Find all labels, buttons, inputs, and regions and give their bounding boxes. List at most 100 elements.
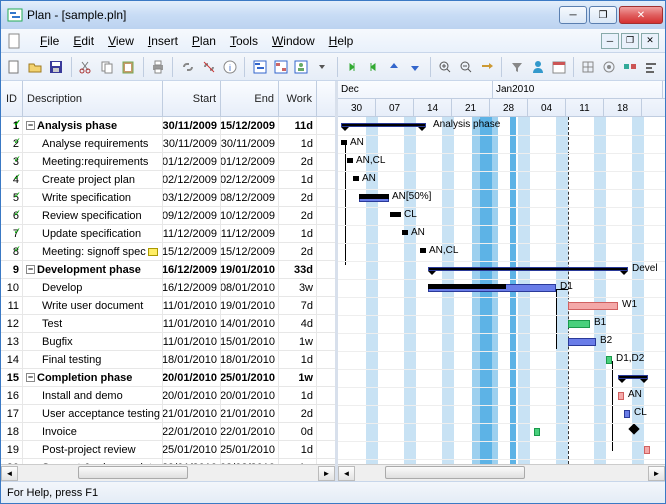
bar-comp-summary[interactable] [618, 375, 648, 379]
zoomout-button[interactable] [456, 56, 475, 78]
task-row[interactable]: 2✓Analyse requirements30/11/200930/11/20… [1, 135, 335, 153]
task-row[interactable]: 1✓−Analysis phase30/11/200915/12/200911d [1, 117, 335, 135]
indent-button[interactable] [364, 56, 383, 78]
bar-row2[interactable] [341, 140, 347, 145]
task-row[interactable]: 12Test11/01/201014/01/20104d [1, 315, 335, 333]
tool1-button[interactable] [579, 56, 598, 78]
gantt-scroll-left[interactable]: ◄ [338, 466, 355, 481]
maximize-button[interactable]: ❐ [589, 6, 617, 24]
menu-insert[interactable]: Insert [141, 32, 185, 50]
bar-analysis-summary[interactable] [341, 123, 426, 127]
bar-dev-summary[interactable] [428, 267, 628, 271]
bar-row7[interactable] [402, 230, 408, 235]
open-button[interactable] [26, 56, 45, 78]
bar-row13[interactable] [568, 338, 596, 346]
level-button[interactable] [642, 56, 661, 78]
task-row[interactable]: 10Develop16/12/200908/01/20103w [1, 279, 335, 297]
mdi-close-button[interactable]: ✕ [641, 33, 659, 49]
scroll-right-button[interactable]: ► [318, 466, 335, 481]
save-button[interactable] [47, 56, 66, 78]
menu-window[interactable]: Window [265, 32, 322, 50]
gantt-scroll-thumb[interactable] [385, 466, 525, 479]
note-icon [148, 248, 158, 256]
menu-view[interactable]: View [101, 32, 141, 50]
filter-button[interactable] [507, 56, 526, 78]
col-end[interactable]: End [221, 81, 279, 116]
mdi-restore-button[interactable]: ❐ [621, 33, 639, 49]
doc-icon [7, 33, 23, 49]
resource-view-button[interactable] [292, 56, 311, 78]
gantt-hscroll[interactable]: ◄ ► [338, 464, 665, 481]
mdi-minimize-button[interactable]: ─ [601, 33, 619, 49]
task-row[interactable]: 9−Development phase16/12/200919/01/20103… [1, 261, 335, 279]
close-button[interactable]: ✕ [619, 6, 663, 24]
moveup-button[interactable] [385, 56, 404, 78]
resource-button[interactable] [528, 56, 547, 78]
bar-row19[interactable] [644, 446, 650, 454]
gantt-view-button[interactable] [250, 56, 269, 78]
app-window: Plan - [sample.pln] ─ ❐ ✕ FileEditViewIn… [0, 0, 666, 504]
task-row[interactable]: 17User acceptance testing21/01/201021/01… [1, 405, 335, 423]
tool2-button[interactable] [600, 56, 619, 78]
grid-hscroll[interactable]: ◄ ► [1, 464, 335, 481]
tool3-button[interactable] [621, 56, 640, 78]
movedown-button[interactable] [406, 56, 425, 78]
bar-row3[interactable] [347, 158, 353, 163]
paste-button[interactable] [119, 56, 138, 78]
minimize-button[interactable]: ─ [559, 6, 587, 24]
task-row[interactable]: 16Install and demo20/01/201020/01/20101d [1, 387, 335, 405]
bar-row4[interactable] [353, 176, 359, 181]
window-title: Plan - [sample.pln] [27, 8, 559, 22]
link-button[interactable] [178, 56, 197, 78]
task-row[interactable]: 4✓Create project plan02/12/200902/12/200… [1, 171, 335, 189]
copy-button[interactable] [98, 56, 117, 78]
task-row[interactable]: 14Final testing18/01/201018/01/20101d [1, 351, 335, 369]
task-grid: ID Description Start End Work 1✓−Analysi… [1, 81, 338, 481]
bar-row8[interactable] [420, 248, 426, 253]
gantt-area[interactable]: Analysis phase AN AN,CL AN AN[50%] CL AN… [338, 117, 665, 464]
titlebar[interactable]: Plan - [sample.pln] ─ ❐ ✕ [1, 1, 665, 29]
col-id[interactable]: ID [1, 81, 23, 116]
task-row[interactable]: 3✓Meeting:requirements01/12/200901/12/20… [1, 153, 335, 171]
print-button[interactable] [149, 56, 168, 78]
label-analysis: Analysis phase [433, 119, 500, 130]
task-row[interactable]: 6✓Review specification09/12/200910/12/20… [1, 207, 335, 225]
new-button[interactable] [5, 56, 24, 78]
menu-edit[interactable]: Edit [66, 32, 101, 50]
col-start[interactable]: Start [163, 81, 221, 116]
task-row[interactable]: 11Write user document11/01/201019/01/201… [1, 297, 335, 315]
menu-help[interactable]: Help [322, 32, 361, 50]
unlink-button[interactable] [199, 56, 218, 78]
bar-row16[interactable] [618, 392, 624, 400]
network-view-button[interactable] [271, 56, 290, 78]
bar-row11[interactable] [568, 302, 618, 310]
task-row[interactable]: 13Bugfix11/01/201015/01/20101w [1, 333, 335, 351]
task-row[interactable]: 15−Completion phase20/01/201025/01/20101… [1, 369, 335, 387]
menu-plan[interactable]: Plan [185, 32, 223, 50]
scroll-thumb[interactable] [78, 466, 188, 479]
bar-row12[interactable] [568, 320, 590, 328]
scroll-left-button[interactable]: ◄ [1, 466, 18, 481]
outdent-button[interactable] [343, 56, 362, 78]
task-row[interactable]: 18Invoice22/01/201022/01/20100d [1, 423, 335, 441]
task-row[interactable]: 7✓Update specification11/12/200911/12/20… [1, 225, 335, 243]
task-row[interactable]: 8✓Meeting: signoff spec15/12/200915/12/2… [1, 243, 335, 261]
zoomin-button[interactable] [436, 56, 455, 78]
info-button[interactable]: i [220, 56, 239, 78]
task-row[interactable]: 19Post-project review25/01/201025/01/201… [1, 441, 335, 459]
dropdown-icon[interactable] [313, 56, 332, 78]
cut-button[interactable] [77, 56, 96, 78]
bar-row18-slack[interactable] [534, 428, 540, 436]
bar-row6[interactable] [390, 212, 401, 217]
task-row[interactable]: 5✓Write specification03/12/200908/12/200… [1, 189, 335, 207]
goto-button[interactable] [477, 56, 496, 78]
bar-row17[interactable] [624, 410, 630, 418]
statusbar: For Help, press F1 [1, 481, 665, 503]
menu-file[interactable]: File [33, 32, 66, 50]
gantt-scroll-right[interactable]: ► [648, 466, 665, 481]
calendar-button[interactable] [549, 56, 568, 78]
col-work[interactable]: Work [279, 81, 317, 116]
svg-text:i: i [229, 63, 231, 73]
menu-tools[interactable]: Tools [223, 32, 265, 50]
col-description[interactable]: Description [23, 81, 163, 116]
